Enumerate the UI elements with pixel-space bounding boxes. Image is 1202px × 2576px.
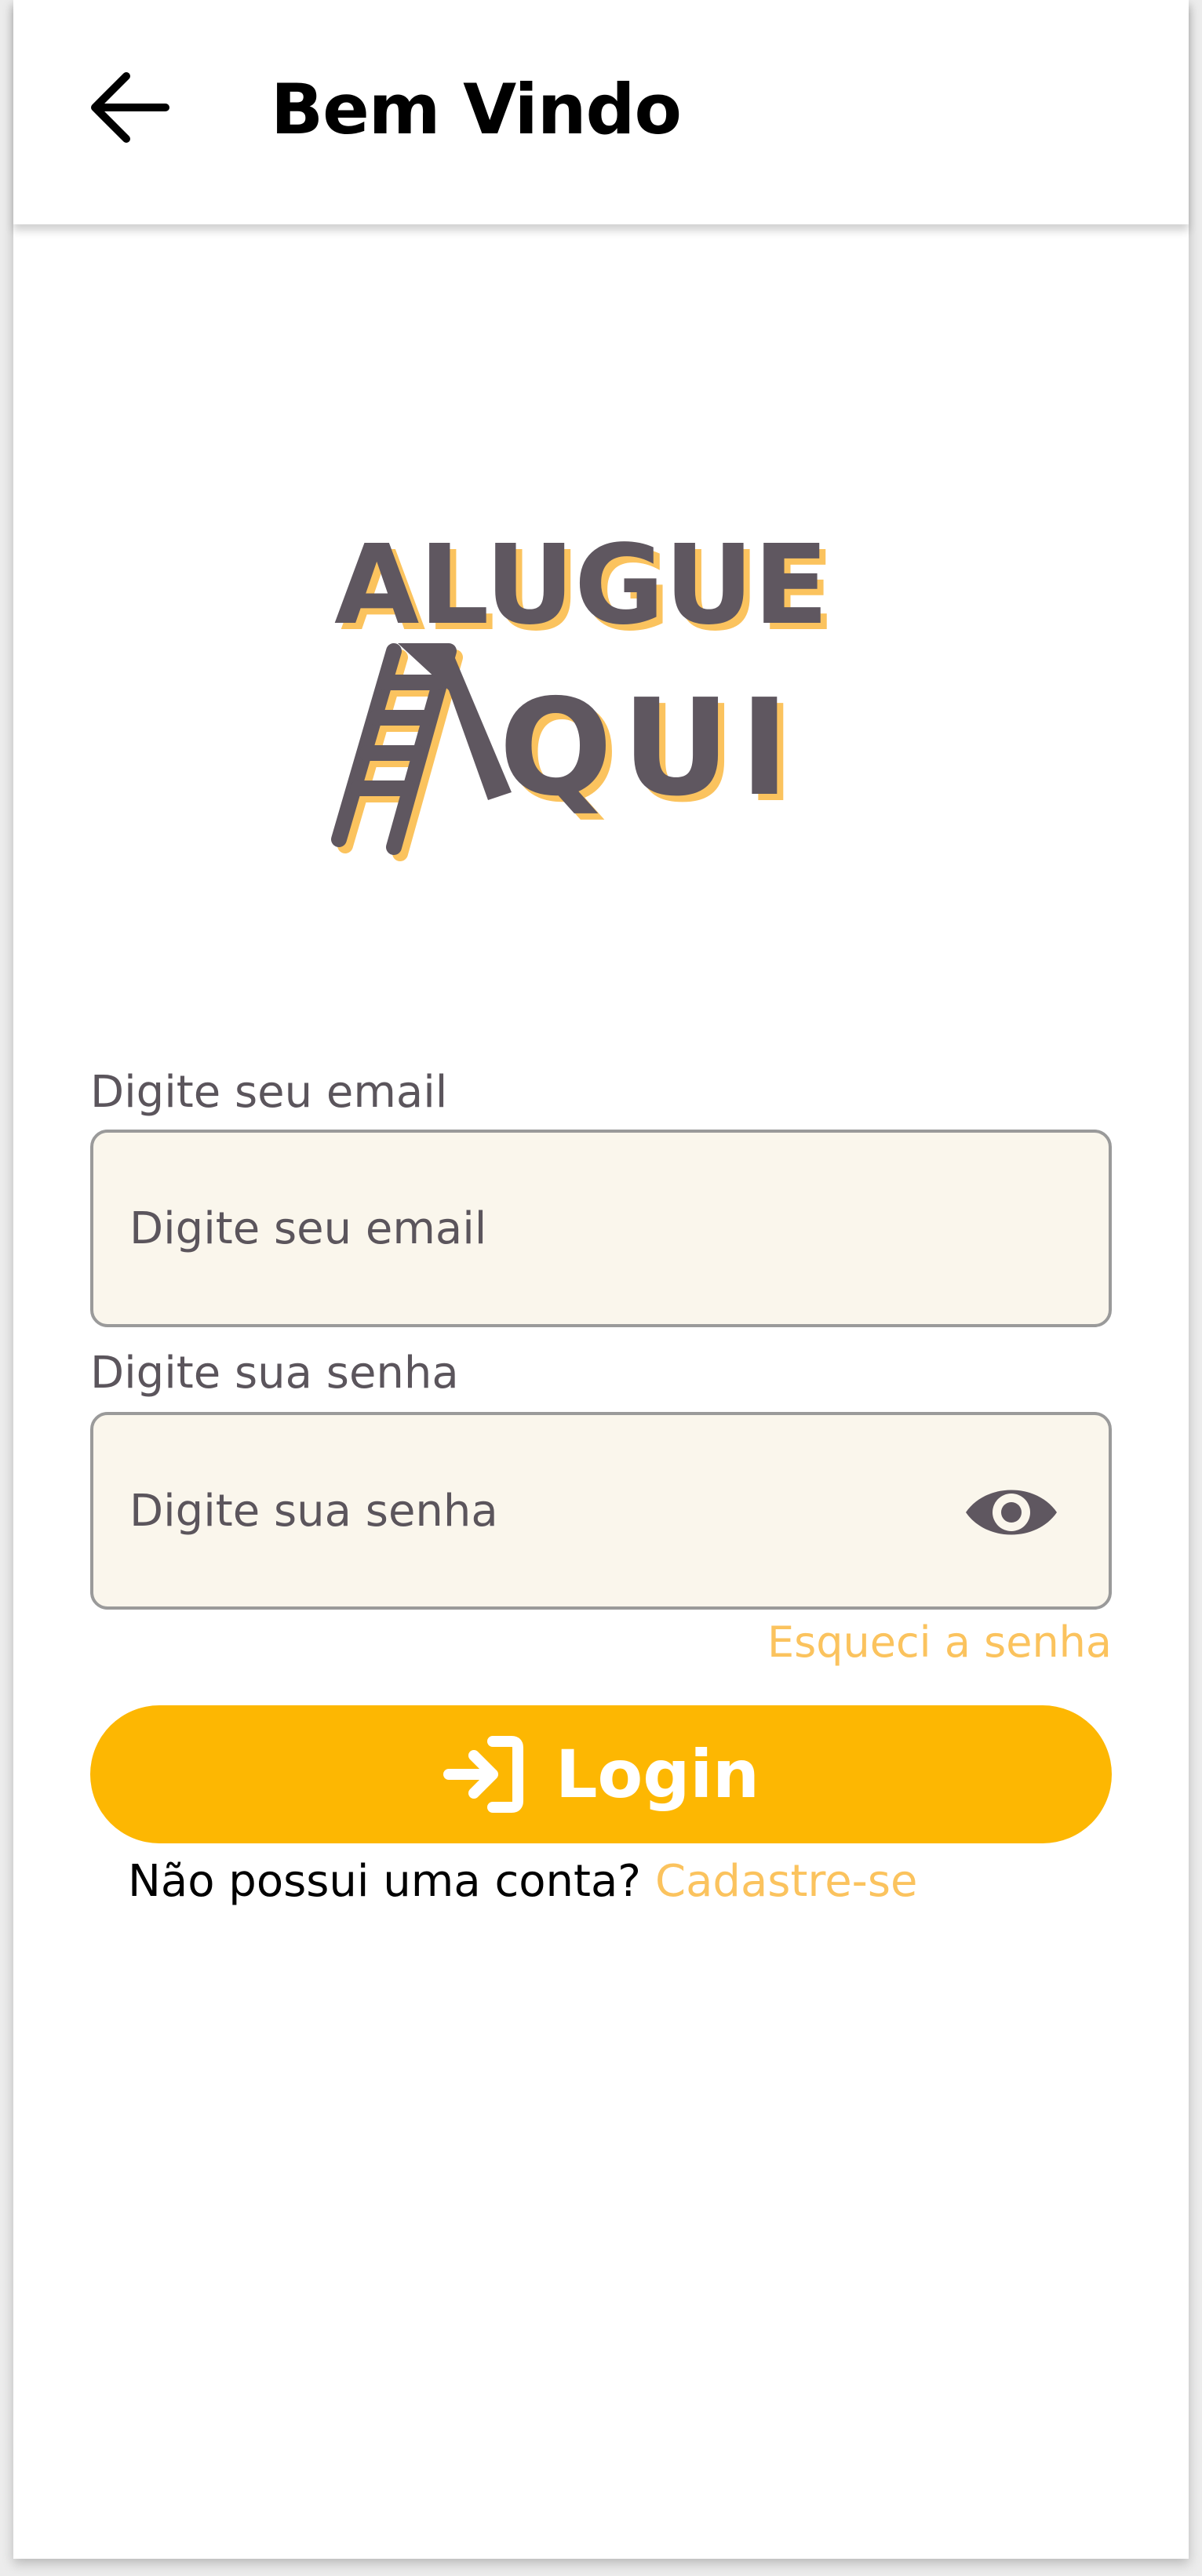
page-title: Bem Vindo (271, 69, 682, 150)
login-button[interactable]: Login (90, 1705, 1112, 1843)
email-field-container (90, 1130, 1112, 1327)
logo-line2: QUI (499, 671, 789, 826)
password-label: Digite sua senha (90, 1348, 459, 1399)
logo-line1: ALUGUE (334, 522, 829, 649)
logo: ALUGUE ALUGUE QUI QUI (331, 522, 835, 861)
toggle-password-visibility-button[interactable] (963, 1479, 1060, 1545)
back-button[interactable] (82, 64, 177, 151)
app-header: Bem Vindo (13, 0, 1189, 224)
password-field[interactable] (129, 1485, 914, 1537)
signup-prompt: Não possui uma conta? (128, 1856, 641, 1907)
signup-link[interactable]: Cadastre-se (655, 1856, 918, 1907)
signup-row: Não possui uma conta? Cadastre-se (128, 1856, 917, 1907)
email-field[interactable] (129, 1202, 914, 1254)
arrow-left-icon (91, 72, 169, 143)
app-screen: Bem Vindo ALUGUE ALUGUE QUI QUI Digite s… (13, 0, 1189, 2559)
forgot-password-link[interactable]: Esqueci a senha (767, 1617, 1112, 1667)
login-button-label: Login (555, 1736, 759, 1813)
eye-icon (966, 1490, 1057, 1535)
email-label: Digite seu email (90, 1067, 448, 1118)
login-icon (443, 1736, 524, 1813)
ladder-icon (331, 643, 512, 861)
password-field-container (90, 1412, 1112, 1610)
